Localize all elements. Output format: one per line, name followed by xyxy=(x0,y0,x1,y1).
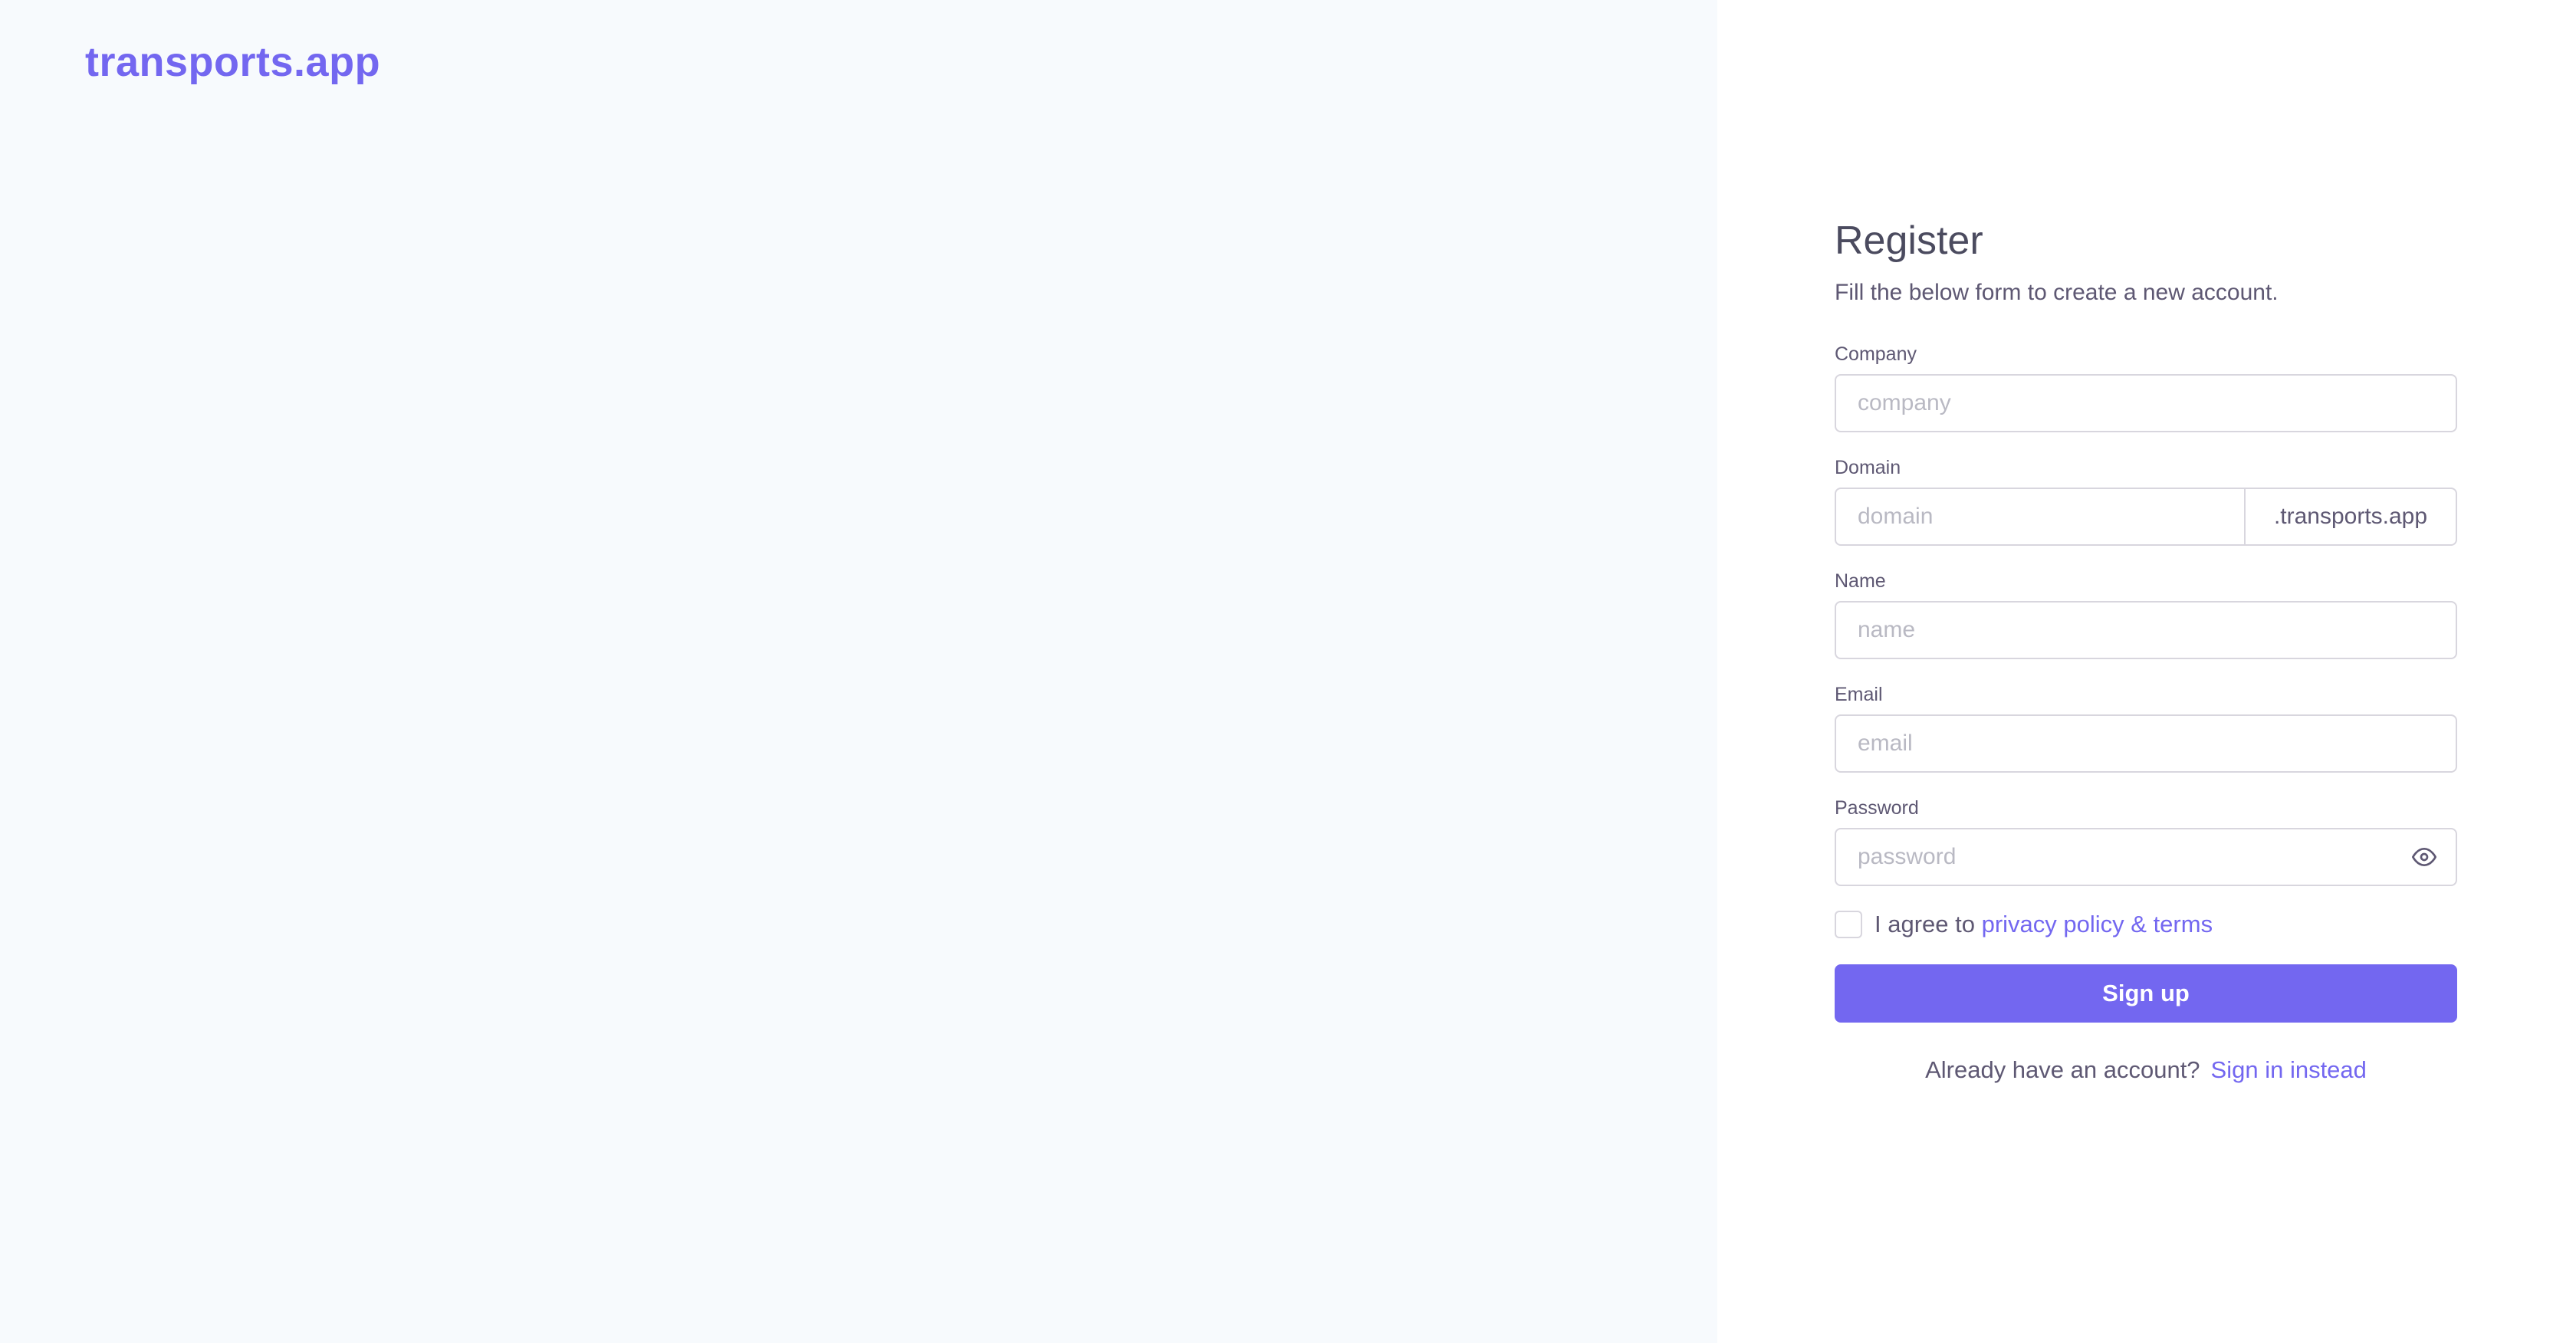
brand-logo-link[interactable]: transports.app xyxy=(85,38,380,86)
domain-field-group: Domain .transports.app xyxy=(1835,455,2457,546)
sign-in-prompt: Already have an account? xyxy=(1925,1056,2200,1083)
sign-up-button[interactable]: Sign up xyxy=(1835,964,2457,1023)
name-input[interactable] xyxy=(1835,601,2457,659)
email-input[interactable] xyxy=(1835,714,2457,773)
domain-input[interactable] xyxy=(1835,488,2246,546)
privacy-terms-link[interactable]: privacy policy & terms xyxy=(1982,911,2213,937)
eye-icon[interactable] xyxy=(2411,845,2437,869)
company-input[interactable] xyxy=(1835,374,2457,432)
password-input[interactable] xyxy=(1835,828,2457,886)
terms-prefix: I agree to xyxy=(1875,911,1975,937)
name-field-group: Name xyxy=(1835,569,2457,659)
terms-text: I agree to privacy policy & terms xyxy=(1875,911,2213,938)
domain-label: Domain xyxy=(1835,457,1901,478)
register-form: Register Fill the below form to create a… xyxy=(1835,216,2457,1084)
domain-suffix: .transports.app xyxy=(2246,488,2457,546)
company-field-group: Company xyxy=(1835,342,2457,432)
domain-input-group: .transports.app xyxy=(1835,488,2457,546)
register-panel: Register Fill the below form to create a… xyxy=(1717,0,2576,1343)
password-field-group: Password xyxy=(1835,796,2457,886)
email-label: Email xyxy=(1835,684,1883,705)
sign-in-link[interactable]: Sign in instead xyxy=(2211,1056,2367,1083)
terms-checkbox[interactable] xyxy=(1835,911,1862,938)
sign-in-prompt-row: Already have an account? Sign in instead xyxy=(1835,1056,2457,1084)
illustration-panel: transports.app xyxy=(0,0,1717,1343)
page-title: Register xyxy=(1835,218,1983,263)
name-label: Name xyxy=(1835,570,1886,592)
password-label: Password xyxy=(1835,797,1919,819)
email-field-group: Email xyxy=(1835,682,2457,773)
terms-agreement-row: I agree to privacy policy & terms xyxy=(1835,909,2457,940)
company-label: Company xyxy=(1835,343,1917,365)
page-subtitle: Fill the below form to create a new acco… xyxy=(1835,280,2279,305)
password-input-group xyxy=(1835,828,2457,886)
